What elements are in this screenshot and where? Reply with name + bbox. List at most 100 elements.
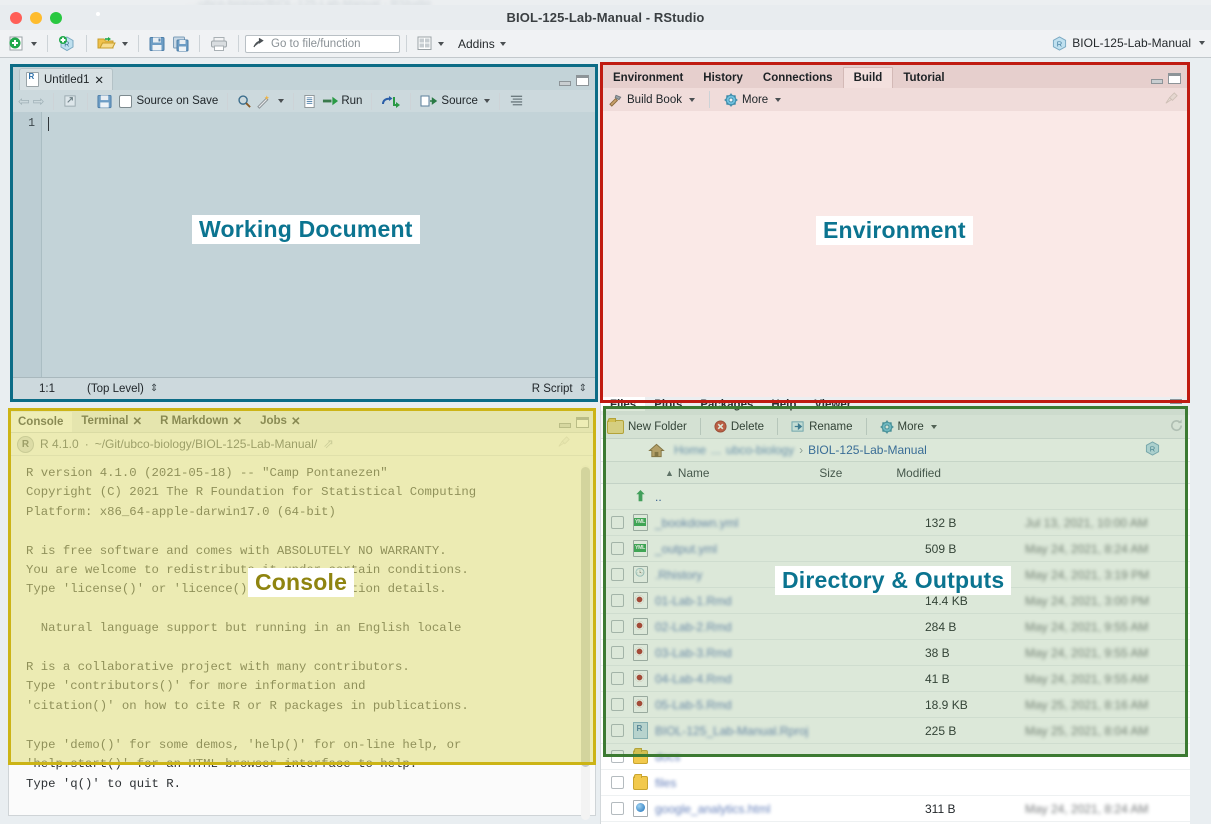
code-tools-caret-icon[interactable] [278, 99, 285, 103]
close-icon[interactable]: ✕ [232, 414, 242, 428]
console-pane-window-controls[interactable] [559, 417, 589, 428]
table-row[interactable]: _output.yml509 B May 24, 2021, 8:24 AM [601, 536, 1190, 562]
goto-file-function-input[interactable]: Go to file/function [245, 34, 400, 53]
files-pane-window-controls[interactable] [1170, 399, 1182, 404]
new-project-button[interactable]: R [54, 33, 80, 55]
file-name[interactable]: google_analytics.html [655, 802, 925, 816]
column-header-name[interactable]: ▲ Name [665, 466, 709, 480]
tab-terminal[interactable]: Terminal ✕ [72, 410, 151, 432]
tab-environment[interactable]: Environment [603, 68, 693, 88]
broom-icon[interactable] [1164, 92, 1179, 109]
tab-history[interactable]: History [693, 68, 753, 88]
table-row[interactable]: BIOL-125_Lab-Manual.Rproj225 B May 25, 20… [601, 718, 1190, 744]
select-all-checkbox[interactable] [630, 444, 643, 457]
file-name[interactable]: 04-Lab-4.Rmd [655, 672, 925, 686]
tab-tutorial[interactable]: Tutorial [893, 68, 954, 88]
build-book-button[interactable]: Build Book [609, 93, 695, 107]
up-folder-icon[interactable]: ⬆ [635, 488, 647, 505]
rerun-icon[interactable] [381, 95, 401, 108]
tab-files[interactable]: Files [601, 397, 646, 411]
maximize-icon[interactable] [576, 417, 589, 428]
breadcrumb-ellipsis[interactable]: ... [711, 443, 721, 457]
rename-button[interactable]: Rename [791, 420, 853, 433]
tab-help[interactable]: Help [762, 397, 805, 411]
workspace-panes-caret-icon[interactable] [438, 41, 444, 46]
row-checkbox[interactable] [611, 568, 624, 581]
file-name[interactable]: 05-Lab-5.Rmd [655, 698, 925, 712]
row-checkbox[interactable] [611, 516, 624, 529]
table-row[interactable]: 04-Lab-4.Rmd 41 B May 24, 2021, 9:55 AM [601, 666, 1190, 692]
table-row[interactable]: docs [601, 744, 1190, 770]
table-row[interactable]: google_analytics.html 311 B May 24, 2021, … [601, 796, 1190, 822]
breadcrumb-current[interactable]: BIOL-125-Lab-Manual [808, 443, 927, 457]
project-indicator[interactable]: R BIOL-125-Lab-Manual [1052, 33, 1205, 53]
tab-build[interactable]: Build [842, 67, 894, 88]
build-book-caret-icon[interactable] [688, 97, 695, 102]
file-name[interactable]: files [655, 776, 925, 790]
compile-report-icon[interactable] [303, 94, 316, 109]
table-row[interactable]: 02-Lab-2.Rmd 284 B May 24, 2021, 9:55 AM [601, 614, 1190, 640]
document-type-selector[interactable]: R Script ⇕ [532, 383, 587, 395]
files-list[interactable]: ⬆.. _bookdown.yml132 B Jul 13, 2021, 10:00… [601, 484, 1190, 822]
file-name[interactable]: docs [655, 750, 925, 764]
delete-button[interactable]: Delete [714, 420, 764, 433]
file-name[interactable]: 01-Lab-1.Rmd [655, 594, 925, 608]
tab-jobs[interactable]: Jobs ✕ [251, 410, 309, 432]
file-name[interactable]: _output.yml [655, 542, 925, 556]
tab-connections[interactable]: Connections [753, 68, 843, 88]
print-button[interactable] [206, 33, 232, 55]
clear-console-icon[interactable] [557, 436, 571, 452]
workspace-panes-button[interactable] [413, 33, 448, 55]
row-checkbox[interactable] [611, 646, 624, 659]
file-name[interactable]: _bookdown.yml [655, 516, 925, 530]
maximize-icon[interactable] [576, 75, 589, 86]
table-row[interactable]: _bookdown.yml132 B Jul 13, 2021, 10:00 AM [601, 510, 1190, 536]
row-checkbox[interactable] [611, 724, 624, 737]
run-button[interactable]: Run [322, 95, 362, 107]
source-tab-untitled1[interactable]: Untitled1 ✕ [19, 68, 114, 90]
row-checkbox[interactable] [611, 750, 624, 763]
source-editor-body[interactable]: 1 [13, 112, 595, 377]
new-file-caret-icon[interactable] [31, 41, 37, 46]
save-all-button[interactable] [169, 33, 193, 55]
row-checkbox[interactable] [611, 802, 624, 815]
file-name[interactable]: .. [655, 490, 925, 504]
row-checkbox[interactable] [611, 594, 624, 607]
table-row[interactable]: ⬆.. [601, 484, 1190, 510]
scope-selector[interactable]: (Top Level) ⇕ [87, 383, 158, 395]
project-caret-icon[interactable] [1199, 41, 1205, 45]
table-row[interactable]: files [601, 770, 1190, 796]
tab-packages[interactable]: Packages [691, 397, 762, 411]
document-outline-icon[interactable] [509, 94, 524, 108]
environment-pane-window-controls[interactable] [1151, 73, 1181, 84]
r-project-icon[interactable]: R [1145, 441, 1160, 459]
addins-caret-icon[interactable] [499, 41, 506, 46]
close-icon[interactable]: ✕ [291, 414, 301, 428]
file-name[interactable]: BIOL-125_Lab-Manual.Rproj [655, 724, 925, 738]
addins-button[interactable]: Addins [454, 33, 510, 55]
chevron-updown-icon[interactable]: ⇕ [579, 383, 587, 394]
source-on-save-checkbox[interactable]: Source on Save [119, 94, 218, 108]
tab-console[interactable]: Console [9, 412, 73, 432]
files-more-button[interactable]: More [880, 420, 937, 434]
forward-arrow-icon[interactable]: ⇨ [33, 93, 45, 110]
minimize-icon[interactable] [1151, 79, 1163, 84]
code-tools-icon[interactable] [255, 94, 272, 109]
row-checkbox[interactable] [611, 542, 624, 555]
tab-plots[interactable]: Plots [645, 397, 691, 411]
column-header-size[interactable]: Size [819, 466, 842, 480]
close-icon[interactable]: ✕ [94, 73, 104, 87]
find-icon[interactable] [237, 94, 252, 109]
build-more-button[interactable]: More [724, 93, 782, 107]
save-icon[interactable] [97, 94, 112, 109]
minimize-icon[interactable] [559, 81, 571, 86]
row-checkbox[interactable] [611, 776, 624, 789]
file-name[interactable]: 03-Lab-3.Rmd [655, 646, 925, 660]
table-row[interactable]: 03-Lab-3.Rmd 38 B May 24, 2021, 9:55 AM [601, 640, 1190, 666]
row-checkbox[interactable] [611, 672, 624, 685]
build-output-area[interactable] [603, 111, 1187, 400]
home-icon[interactable] [648, 443, 665, 458]
save-button[interactable] [145, 33, 169, 55]
tab-r-markdown[interactable]: R Markdown ✕ [151, 410, 251, 432]
console-scrollbar-thumb[interactable] [581, 467, 590, 767]
